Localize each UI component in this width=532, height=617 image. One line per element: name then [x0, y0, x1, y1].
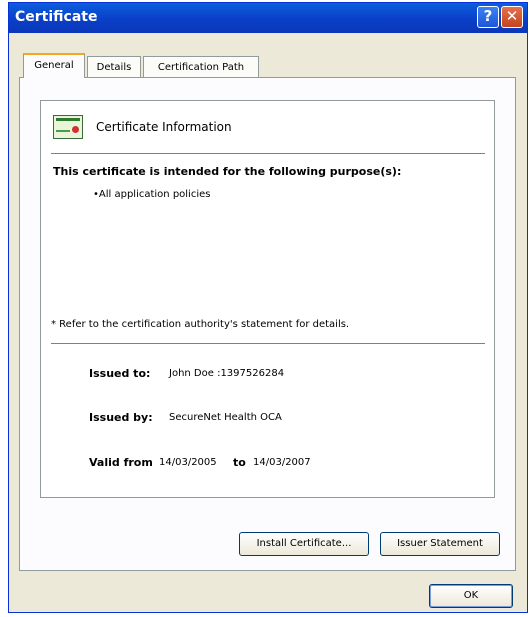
certificate-dialog: Certificate ? ✕ General Details Certific… [8, 2, 528, 613]
install-certificate-button[interactable]: Install Certificate... [239, 532, 369, 556]
close-button[interactable]: ✕ [501, 6, 523, 28]
tab-label: General [34, 60, 74, 71]
tab-general[interactable]: General [23, 53, 85, 78]
issued-to-label: Issued to: [89, 367, 151, 380]
valid-to-value: 14/03/2007 [253, 457, 311, 468]
tab-strip: General Details Certification Path [9, 53, 527, 78]
purpose-heading: This certificate is intended for the fol… [53, 165, 402, 178]
tab-label: Certification Path [157, 62, 245, 73]
valid-from-label: Valid from [89, 456, 153, 469]
issued-to-value: John Doe :1397526284 [169, 368, 285, 379]
issued-by-label: Issued by: [89, 411, 153, 424]
title-bar[interactable]: Certificate ? ✕ [9, 3, 527, 33]
close-icon: ✕ [505, 7, 519, 25]
help-button[interactable]: ? [477, 6, 499, 28]
divider [51, 153, 485, 154]
help-icon: ? [483, 7, 493, 25]
button-label: Issuer Statement [397, 538, 483, 549]
button-label: Install Certificate... [256, 538, 352, 549]
ok-button[interactable]: OK [429, 584, 513, 608]
issuer-statement-button[interactable]: Issuer Statement [380, 532, 500, 556]
info-title: Certificate Information [96, 120, 232, 134]
certificate-icon [53, 115, 83, 139]
purpose-item: •All application policies [93, 189, 211, 200]
divider [51, 343, 485, 344]
tab-label: Details [96, 62, 132, 73]
valid-from-value: 14/03/2005 [159, 457, 217, 468]
window-title: Certificate [15, 9, 98, 25]
general-tab-panel: Certificate Information This certificate… [19, 77, 516, 571]
issued-by-value: SecureNet Health OCA [169, 412, 282, 423]
valid-to-label: to [233, 456, 246, 469]
tab-details[interactable]: Details [87, 56, 141, 78]
tab-certification-path[interactable]: Certification Path [143, 56, 259, 78]
authority-note: * Refer to the certification authority's… [51, 319, 350, 330]
certificate-info-box: Certificate Information This certificate… [40, 100, 495, 498]
button-label: OK [463, 590, 479, 601]
